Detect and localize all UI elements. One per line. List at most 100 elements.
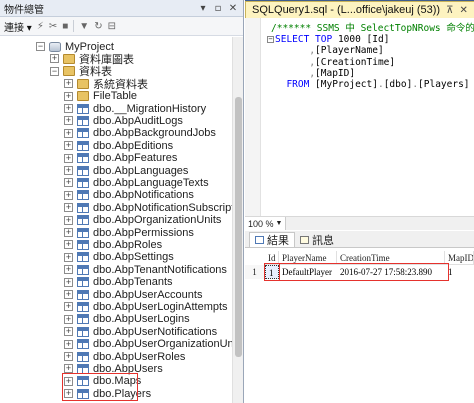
expand-icon[interactable]: + bbox=[64, 190, 73, 200]
sql-keyword: FROM bbox=[275, 79, 316, 90]
tree-node-t6[interactable]: + dbo.AbpLanguages bbox=[64, 164, 188, 177]
sql-token: [dbo] bbox=[383, 79, 413, 90]
expand-icon[interactable]: + bbox=[64, 277, 73, 287]
table-icon bbox=[77, 153, 89, 164]
expand-icon[interactable]: + bbox=[64, 79, 73, 89]
tree-node-t15[interactable]: + dbo.AbpTenants bbox=[64, 276, 173, 289]
expand-icon[interactable]: + bbox=[64, 339, 73, 349]
filter-icon[interactable]: ▼ bbox=[79, 21, 89, 32]
results-grid[interactable]: Id PlayerName CreationTime MapID 1 1 Def… bbox=[245, 249, 474, 403]
tree-node-label: dbo.__MigrationHistory bbox=[93, 102, 207, 115]
dropdown-icon[interactable]: ▾ bbox=[197, 3, 209, 14]
tab-sqlquery1[interactable]: SQLQuery1.sql - (L...office\jakeuj (53))… bbox=[245, 1, 474, 18]
tree-node-t17[interactable]: + dbo.AbpUserLoginAttempts bbox=[64, 300, 228, 313]
sql-token: , bbox=[275, 45, 316, 57]
tree-node-t14[interactable]: + dbo.AbpTenantNotifications bbox=[64, 263, 227, 276]
tree-node-t1[interactable]: + dbo.__MigrationHistory bbox=[64, 102, 206, 115]
table-icon bbox=[77, 277, 89, 288]
tab-results[interactable]: 結果 bbox=[249, 232, 295, 247]
collapse-icon[interactable]: ⊟ bbox=[108, 21, 116, 32]
message-icon bbox=[300, 235, 309, 244]
scrollbar-thumb[interactable] bbox=[235, 97, 242, 357]
table-icon bbox=[77, 314, 89, 325]
tree-node-t9[interactable]: + dbo.AbpNotificationSubscriptions bbox=[64, 201, 232, 214]
zoom-dropdown[interactable]: 100 % ▼ bbox=[245, 217, 287, 230]
tree-node-t12[interactable]: + dbo.AbpRoles bbox=[64, 238, 162, 251]
pin-icon[interactable]: ⊼ bbox=[446, 5, 453, 16]
collapse-icon[interactable]: − bbox=[267, 36, 274, 43]
expand-icon[interactable]: + bbox=[64, 178, 73, 188]
tree-node-systables[interactable]: + 系統資料表 bbox=[64, 77, 148, 91]
tree-node-label: dbo.AbpUserRoles bbox=[93, 350, 186, 363]
sql-token: [PlayerName] bbox=[315, 45, 384, 57]
tree-node-label: dbo.AbpNotificationSubscriptions bbox=[93, 201, 232, 214]
tree-node-t18[interactable]: + dbo.AbpUserLogins bbox=[64, 313, 190, 326]
sql-line: ,[PlayerName] bbox=[275, 45, 384, 57]
expand-icon[interactable]: + bbox=[64, 128, 73, 138]
expand-icon[interactable]: + bbox=[64, 153, 73, 163]
expand-icon[interactable]: + bbox=[64, 141, 73, 151]
tree-node-t11[interactable]: + dbo.AbpPermissions bbox=[64, 226, 194, 239]
row-number[interactable]: 1 bbox=[245, 265, 265, 279]
table-icon bbox=[77, 165, 89, 176]
expand-icon[interactable]: + bbox=[64, 203, 73, 213]
stop-icon[interactable]: ■ bbox=[62, 21, 68, 32]
expand-icon[interactable]: + bbox=[64, 116, 73, 126]
sql-editor[interactable]: − /****** SSMS 中 SelectTopNRows 命令的指令 SEL… bbox=[245, 18, 474, 216]
tab-results-label: 結果 bbox=[267, 234, 289, 247]
expand-icon[interactable]: + bbox=[64, 302, 73, 312]
expand-icon[interactable]: + bbox=[64, 228, 73, 237]
collapse-icon[interactable]: − bbox=[50, 66, 59, 76]
disconnect-icon[interactable]: ✂ bbox=[49, 21, 57, 32]
tree-node-t2[interactable]: + dbo.AbpAuditLogs bbox=[64, 114, 183, 127]
tree-node-label: dbo.AbpPermissions bbox=[93, 226, 194, 239]
expand-icon[interactable]: + bbox=[64, 352, 73, 361]
tree-node-filetable[interactable]: + FileTable bbox=[64, 90, 137, 103]
tree-node-t7[interactable]: + dbo.AbpLanguageTexts bbox=[64, 176, 209, 189]
expand-icon[interactable]: + bbox=[64, 104, 73, 113]
tree-node-label: dbo.AbpUserAccounts bbox=[93, 288, 203, 301]
expand-icon[interactable]: + bbox=[64, 215, 73, 225]
close-icon[interactable]: ✕ bbox=[227, 3, 239, 14]
connect-icon[interactable]: ⚡ bbox=[37, 21, 44, 32]
tree-node-t20[interactable]: + dbo.AbpUserOrganizationUnits bbox=[64, 338, 232, 351]
pin-icon[interactable]: ▫ bbox=[212, 3, 224, 14]
tree-node-t4[interactable]: + dbo.AbpEditions bbox=[64, 139, 173, 152]
connect-button[interactable]: 連接 ▾ bbox=[4, 19, 32, 34]
tree-node-t16[interactable]: + dbo.AbpUserAccounts bbox=[64, 288, 202, 301]
cell-mapid[interactable]: 1 bbox=[445, 265, 474, 279]
sql-line: FROM [MyProject].[dbo].[Players] bbox=[275, 79, 469, 91]
tree-node-t5[interactable]: + dbo.AbpFeatures bbox=[64, 152, 177, 165]
tree-node-t13[interactable]: + dbo.AbpSettings bbox=[64, 251, 174, 264]
expand-icon[interactable]: + bbox=[64, 314, 73, 324]
object-explorer-tree[interactable]: − MyProject + 資料庫圖表 − 資料表 + 系統資料表 + FileTable + dbo… bbox=[0, 37, 232, 403]
tree-node-t10[interactable]: + dbo.AbpOrganizationUnits bbox=[64, 214, 221, 227]
toolbar-separator bbox=[73, 20, 75, 32]
highlight-annotation bbox=[62, 372, 138, 401]
expand-icon[interactable]: + bbox=[64, 91, 73, 101]
tab-messages[interactable]: 訊息 bbox=[295, 232, 339, 247]
close-icon[interactable]: ✕ bbox=[459, 5, 467, 16]
refresh-icon[interactable]: ↻ bbox=[94, 21, 102, 32]
editor-horizontal-scrollbar[interactable]: 100 % ▼ bbox=[245, 216, 474, 230]
tree-node-t3[interactable]: + dbo.AbpBackgroundJobs bbox=[64, 127, 216, 140]
tree-node-label: dbo.AbpBackgroundJobs bbox=[93, 127, 216, 140]
tree-node-t21[interactable]: + dbo.AbpUserRoles bbox=[64, 350, 185, 363]
expand-icon[interactable]: + bbox=[64, 166, 73, 175]
tree-node-label: dbo.AbpAuditLogs bbox=[93, 114, 183, 127]
tree-node-label: dbo.AbpRoles bbox=[93, 238, 163, 251]
sql-keyword: TOP bbox=[315, 34, 338, 46]
column-header-mapid[interactable]: MapID bbox=[445, 251, 474, 265]
collapse-icon[interactable]: − bbox=[36, 42, 45, 51]
expand-icon[interactable]: + bbox=[64, 252, 73, 262]
expand-icon[interactable]: + bbox=[64, 327, 73, 337]
expand-icon[interactable]: + bbox=[64, 290, 73, 299]
table-icon bbox=[77, 351, 89, 362]
tree-scrollbar[interactable] bbox=[232, 37, 243, 403]
expand-icon[interactable]: + bbox=[50, 54, 59, 64]
tree-node-t8[interactable]: + dbo.AbpNotifications bbox=[64, 189, 194, 202]
tree-node-label: dbo.AbpUserOrganizationUnits bbox=[93, 338, 232, 351]
tree-node-t19[interactable]: + dbo.AbpUserNotifications bbox=[64, 325, 217, 338]
expand-icon[interactable]: + bbox=[64, 240, 73, 250]
expand-icon[interactable]: + bbox=[64, 265, 73, 275]
